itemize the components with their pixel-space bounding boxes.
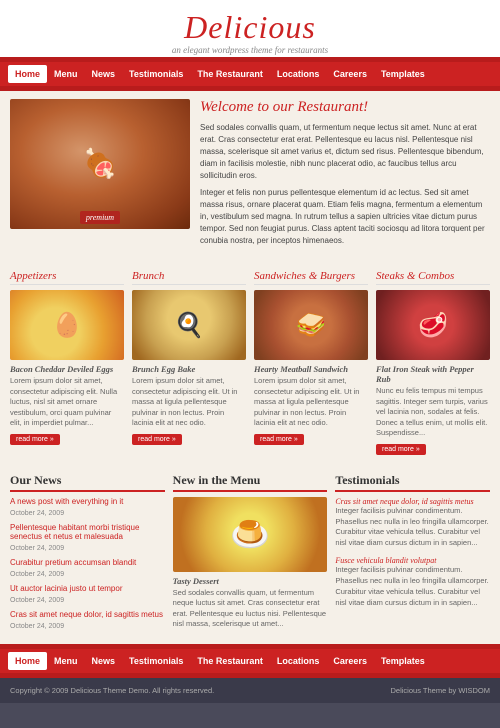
testimonial-name-2: Fusce vehicula blandit volutpat	[335, 556, 490, 565]
brunch-food-visual: 🍳	[132, 290, 246, 360]
news-date-4: October 24, 2009	[10, 597, 64, 604]
news-item-5: Cras sit amet neque dolor, id sagittis m…	[10, 610, 165, 631]
news-item-2: Pellentesque habitant morbi tristique se…	[10, 523, 165, 553]
nav-news[interactable]: News	[85, 65, 123, 83]
appetizers-food-visual: 🥚	[10, 290, 124, 360]
news-column: Our News A news post with everything in …	[10, 473, 165, 636]
category-title-steaks: Steaks & Combos	[376, 270, 490, 285]
steaks-food-visual: 🥩	[376, 290, 490, 360]
category-title-brunch: Brunch	[132, 270, 246, 285]
new-menu-column: New in the Menu 🍮 Tasty Dessert Sed soda…	[173, 473, 328, 636]
nav-home[interactable]: Home	[8, 65, 47, 83]
news-date-5: October 24, 2009	[10, 623, 64, 630]
footer-nav-restaurant[interactable]: The Restaurant	[190, 652, 270, 670]
footer-nav-locations[interactable]: Locations	[270, 652, 327, 670]
testimonials-column: Testimonials Cras sit amet neque dolor, …	[335, 473, 490, 636]
footer-nav-home[interactable]: Home	[8, 652, 47, 670]
news-link-5[interactable]: Cras sit amet neque dolor, id sagittis m…	[10, 610, 165, 619]
sandwiches-dish-name: Hearty Meatball Sandwich	[254, 364, 368, 374]
news-link-2[interactable]: Pellentesque habitant morbi tristique se…	[10, 523, 165, 541]
news-item-4: Ut auctor lacinia justo ut tempor Octobe…	[10, 584, 165, 605]
bottom-section: Our News A news post with everything in …	[0, 465, 500, 646]
category-brunch: Brunch 🍳 Brunch Egg Bake Lorem ipsum dol…	[132, 270, 246, 455]
site-header: Delicious an elegant wordpress theme for…	[0, 0, 500, 61]
hero-title: Welcome to our Restaurant!	[200, 99, 490, 116]
nav-careers[interactable]: Careers	[326, 65, 374, 83]
nav-locations[interactable]: Locations	[270, 65, 327, 83]
main-nav: Home Menu News Testimonials The Restaura…	[0, 61, 500, 87]
testimonial-quote-1: Integer facilisis pulvinar condimentum. …	[335, 506, 490, 550]
nav-templates[interactable]: Templates	[374, 65, 432, 83]
sandwiches-read-more[interactable]: read more »	[254, 434, 304, 445]
copyright-bar: Copyright © 2009 Delicious Theme Demo. A…	[0, 678, 500, 703]
steaks-read-more[interactable]: read more »	[376, 444, 426, 455]
nav-testimonials[interactable]: Testimonials	[122, 65, 190, 83]
category-image-appetizers: 🥚	[10, 290, 124, 360]
testimonial-quote-2: Integer facilisis pulvinar condimentum. …	[335, 565, 490, 609]
hero-section: 🍖 premium Welcome to our Restaurant! Sed…	[0, 87, 500, 262]
steaks-desc: Nunc eu felis tempus mi tempus sagittis.…	[376, 386, 490, 439]
premium-badge: premium	[80, 211, 120, 224]
appetizers-dish-name: Bacon Cheddar Deviled Eggs	[10, 364, 124, 374]
site-title: Delicious	[0, 10, 500, 45]
menu-dish-name: Tasty Dessert	[173, 576, 328, 586]
category-image-steaks: 🥩	[376, 290, 490, 360]
category-steaks: Steaks & Combos 🥩 Flat Iron Steak with P…	[376, 270, 490, 455]
hero-body: Sed sodales convallis quam, ut fermentum…	[200, 122, 490, 247]
footer-nav-news[interactable]: News	[85, 652, 123, 670]
menu-desc: Sed sodales convallis quam, ut fermentum…	[173, 588, 328, 630]
news-item-3: Curabitur pretium accumsan blandit Octob…	[10, 558, 165, 579]
hero-image-content: 🍖	[10, 99, 190, 229]
news-date-1: October 24, 2009	[10, 510, 64, 517]
testimonial-2: Fusce vehicula blandit volutpat Integer …	[335, 556, 490, 609]
brunch-desc: Lorem ipsum dolor sit amet, consectetur …	[132, 376, 246, 429]
footer-nav-careers[interactable]: Careers	[326, 652, 374, 670]
menu-dish-image: 🍮	[173, 497, 328, 572]
testimonial-1: Cras sit amet neque dolor, id sagittis m…	[335, 497, 490, 550]
sandwiches-food-visual: 🥪	[254, 290, 368, 360]
footer-nav-testimonials[interactable]: Testimonials	[122, 652, 190, 670]
category-appetizers: Appetizers 🥚 Bacon Cheddar Deviled Eggs …	[10, 270, 124, 455]
nav-restaurant[interactable]: The Restaurant	[190, 65, 270, 83]
news-date-2: October 24, 2009	[10, 545, 64, 552]
brunch-read-more[interactable]: read more »	[132, 434, 182, 445]
category-title-appetizers: Appetizers	[10, 270, 124, 285]
category-image-brunch: 🍳	[132, 290, 246, 360]
site-tagline: an elegant wordpress theme for restauran…	[0, 45, 500, 55]
category-sandwiches: Sandwiches & Burgers 🥪 Hearty Meatball S…	[254, 270, 368, 455]
hero-text: Welcome to our Restaurant! Sed sodales c…	[200, 99, 490, 252]
news-link-3[interactable]: Curabitur pretium accumsan blandit	[10, 558, 165, 567]
credit-text: Delicious Theme by WISDOM	[391, 686, 490, 695]
appetizers-read-more[interactable]: read more »	[10, 434, 60, 445]
sandwiches-desc: Lorem ipsum dolor sit amet, consectetur …	[254, 376, 368, 429]
footer-nav: Home Menu News Testimonials The Restaura…	[0, 648, 500, 674]
page-wrapper: Delicious an elegant wordpress theme for…	[0, 0, 500, 703]
hero-image-overlay: premium	[10, 212, 190, 223]
testimonial-name-1: Cras sit amet neque dolor, id sagittis m…	[335, 497, 490, 506]
footer-nav-menu[interactable]: Menu	[47, 652, 85, 670]
categories-section: Appetizers 🥚 Bacon Cheddar Deviled Eggs …	[0, 262, 500, 465]
hero-food-visual: 🍖	[10, 99, 190, 229]
copyright-text: Copyright © 2009 Delicious Theme Demo. A…	[10, 686, 214, 695]
hero-paragraph-1: Sed sodales convallis quam, ut fermentum…	[200, 122, 490, 182]
testimonials-heading: Testimonials	[335, 473, 490, 492]
new-menu-heading: New in the Menu	[173, 473, 328, 492]
news-link-4[interactable]: Ut auctor lacinia justo ut tempor	[10, 584, 165, 593]
category-image-sandwiches: 🥪	[254, 290, 368, 360]
footer-nav-templates[interactable]: Templates	[374, 652, 432, 670]
news-item-1: A news post with everything in it Octobe…	[10, 497, 165, 518]
steaks-dish-name: Flat Iron Steak with Pepper Rub	[376, 364, 490, 384]
news-date-3: October 24, 2009	[10, 571, 64, 578]
hero-image: 🍖 premium	[10, 99, 190, 229]
hero-paragraph-2: Integer et felis non purus pellentesque …	[200, 187, 490, 247]
category-title-sandwiches: Sandwiches & Burgers	[254, 270, 368, 285]
nav-menu[interactable]: Menu	[47, 65, 85, 83]
brunch-dish-name: Brunch Egg Bake	[132, 364, 246, 374]
news-heading: Our News	[10, 473, 165, 492]
appetizers-desc: Lorem ipsum dolor sit amet, consectetur …	[10, 376, 124, 429]
news-link-1[interactable]: A news post with everything in it	[10, 497, 165, 506]
